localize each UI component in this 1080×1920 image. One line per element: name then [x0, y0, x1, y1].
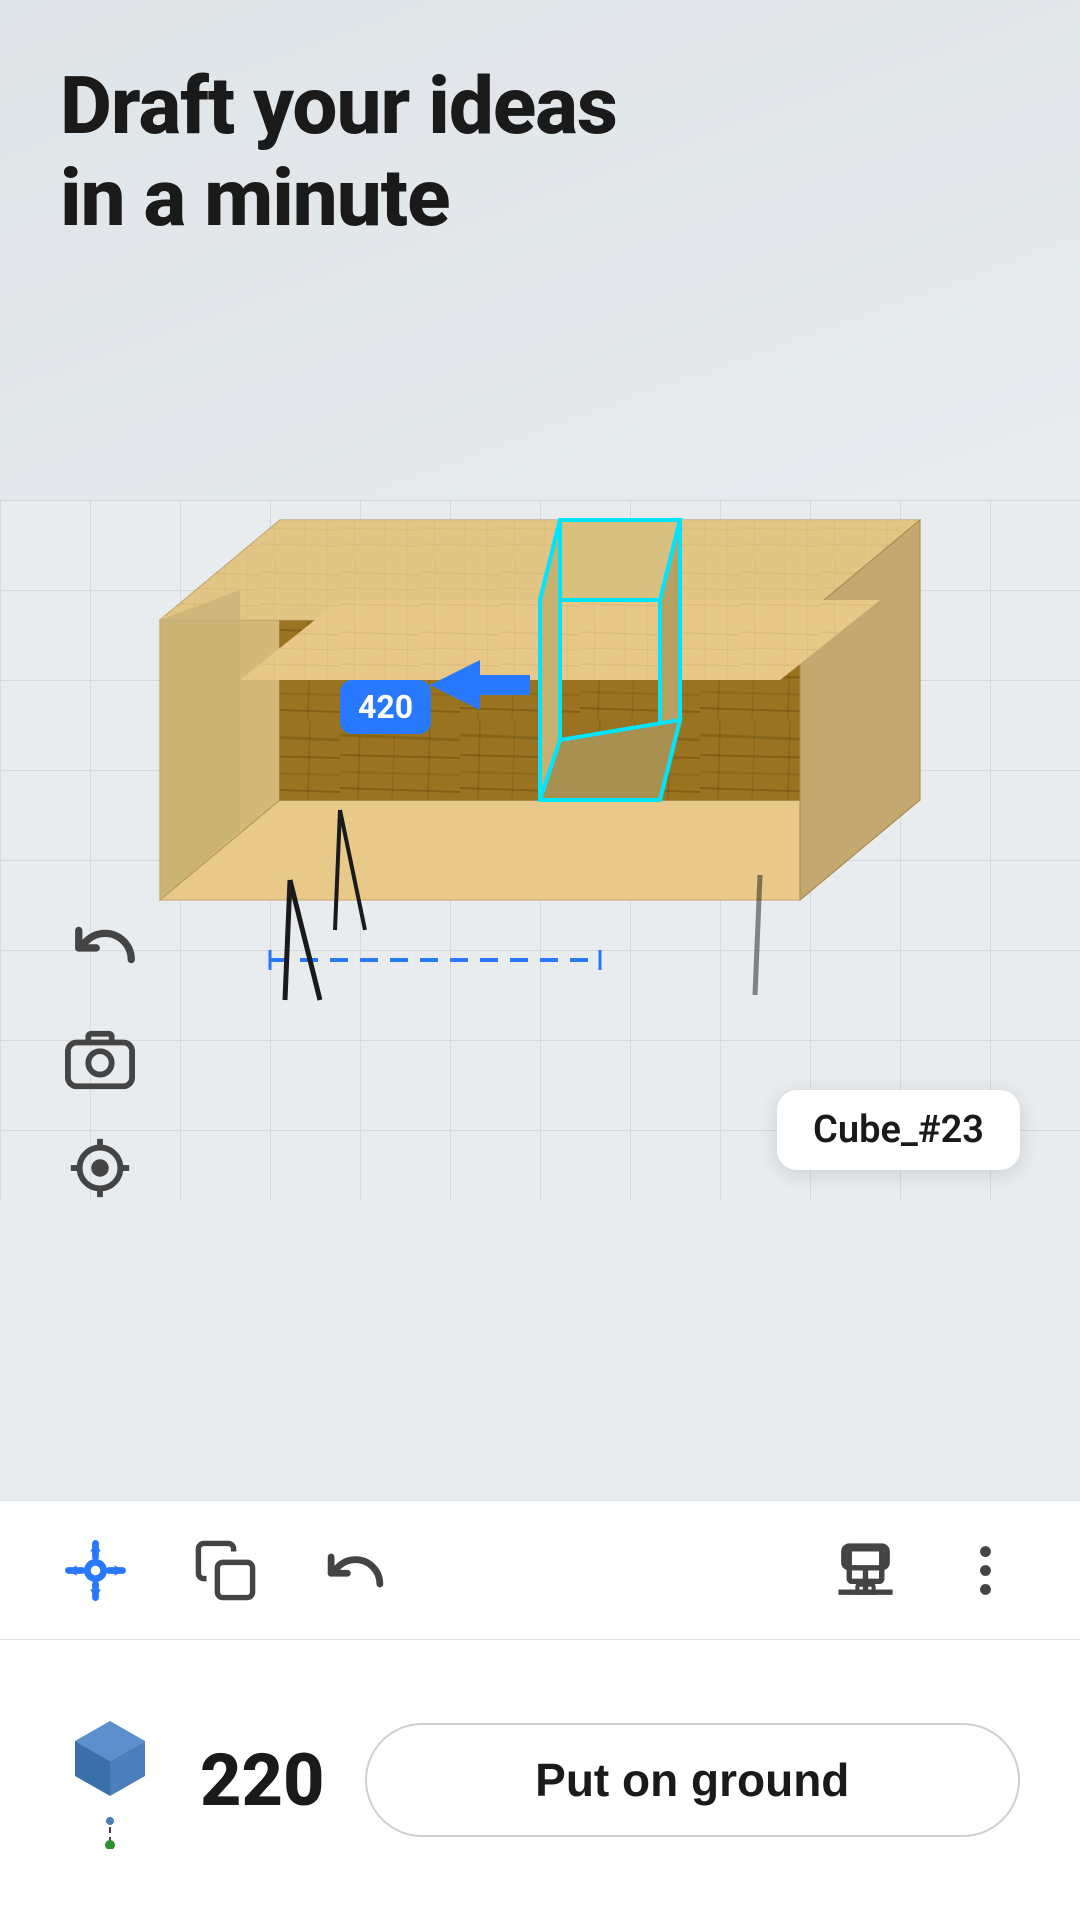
- put-on-ground-label: Put on ground: [535, 1754, 849, 1806]
- paint-button[interactable]: [830, 1535, 900, 1605]
- undo-button[interactable]: [60, 900, 150, 990]
- furniture-3d: [100, 320, 980, 1040]
- toolbar-right: [830, 1535, 1020, 1605]
- cube-name: Cube_#23: [813, 1108, 984, 1152]
- cube-3d-icon: [60, 1711, 160, 1811]
- measurement-value: 420: [358, 688, 413, 726]
- title-line2: in a minute: [60, 151, 450, 245]
- height-value-display: 220: [200, 1738, 325, 1823]
- cube-icon-container: [60, 1711, 160, 1849]
- height-number: 220: [200, 1738, 325, 1823]
- camera-button[interactable]: [50, 1010, 150, 1110]
- height-axis-dots: [70, 1817, 150, 1849]
- measurement-badge: 420: [340, 680, 431, 734]
- header-section: Draft your ideas in a minute: [60, 60, 617, 244]
- title-line1: Draft your ideas: [60, 59, 617, 153]
- bottom-toolbar: [0, 1500, 1080, 1640]
- bottom-panel: 220 Put on ground: [0, 1640, 1080, 1920]
- arrow-indicator: [430, 655, 530, 719]
- cube-label: Cube_#23: [777, 1090, 1020, 1170]
- page-title: Draft your ideas in a minute: [60, 60, 617, 244]
- move-button[interactable]: [60, 1535, 130, 1605]
- duplicate-button[interactable]: [190, 1535, 260, 1605]
- toolbar-undo-button[interactable]: [320, 1535, 390, 1605]
- toolbar-left: [60, 1535, 830, 1605]
- more-options-button[interactable]: [950, 1535, 1020, 1605]
- target-button[interactable]: [52, 1120, 148, 1216]
- put-on-ground-button[interactable]: Put on ground: [365, 1723, 1020, 1837]
